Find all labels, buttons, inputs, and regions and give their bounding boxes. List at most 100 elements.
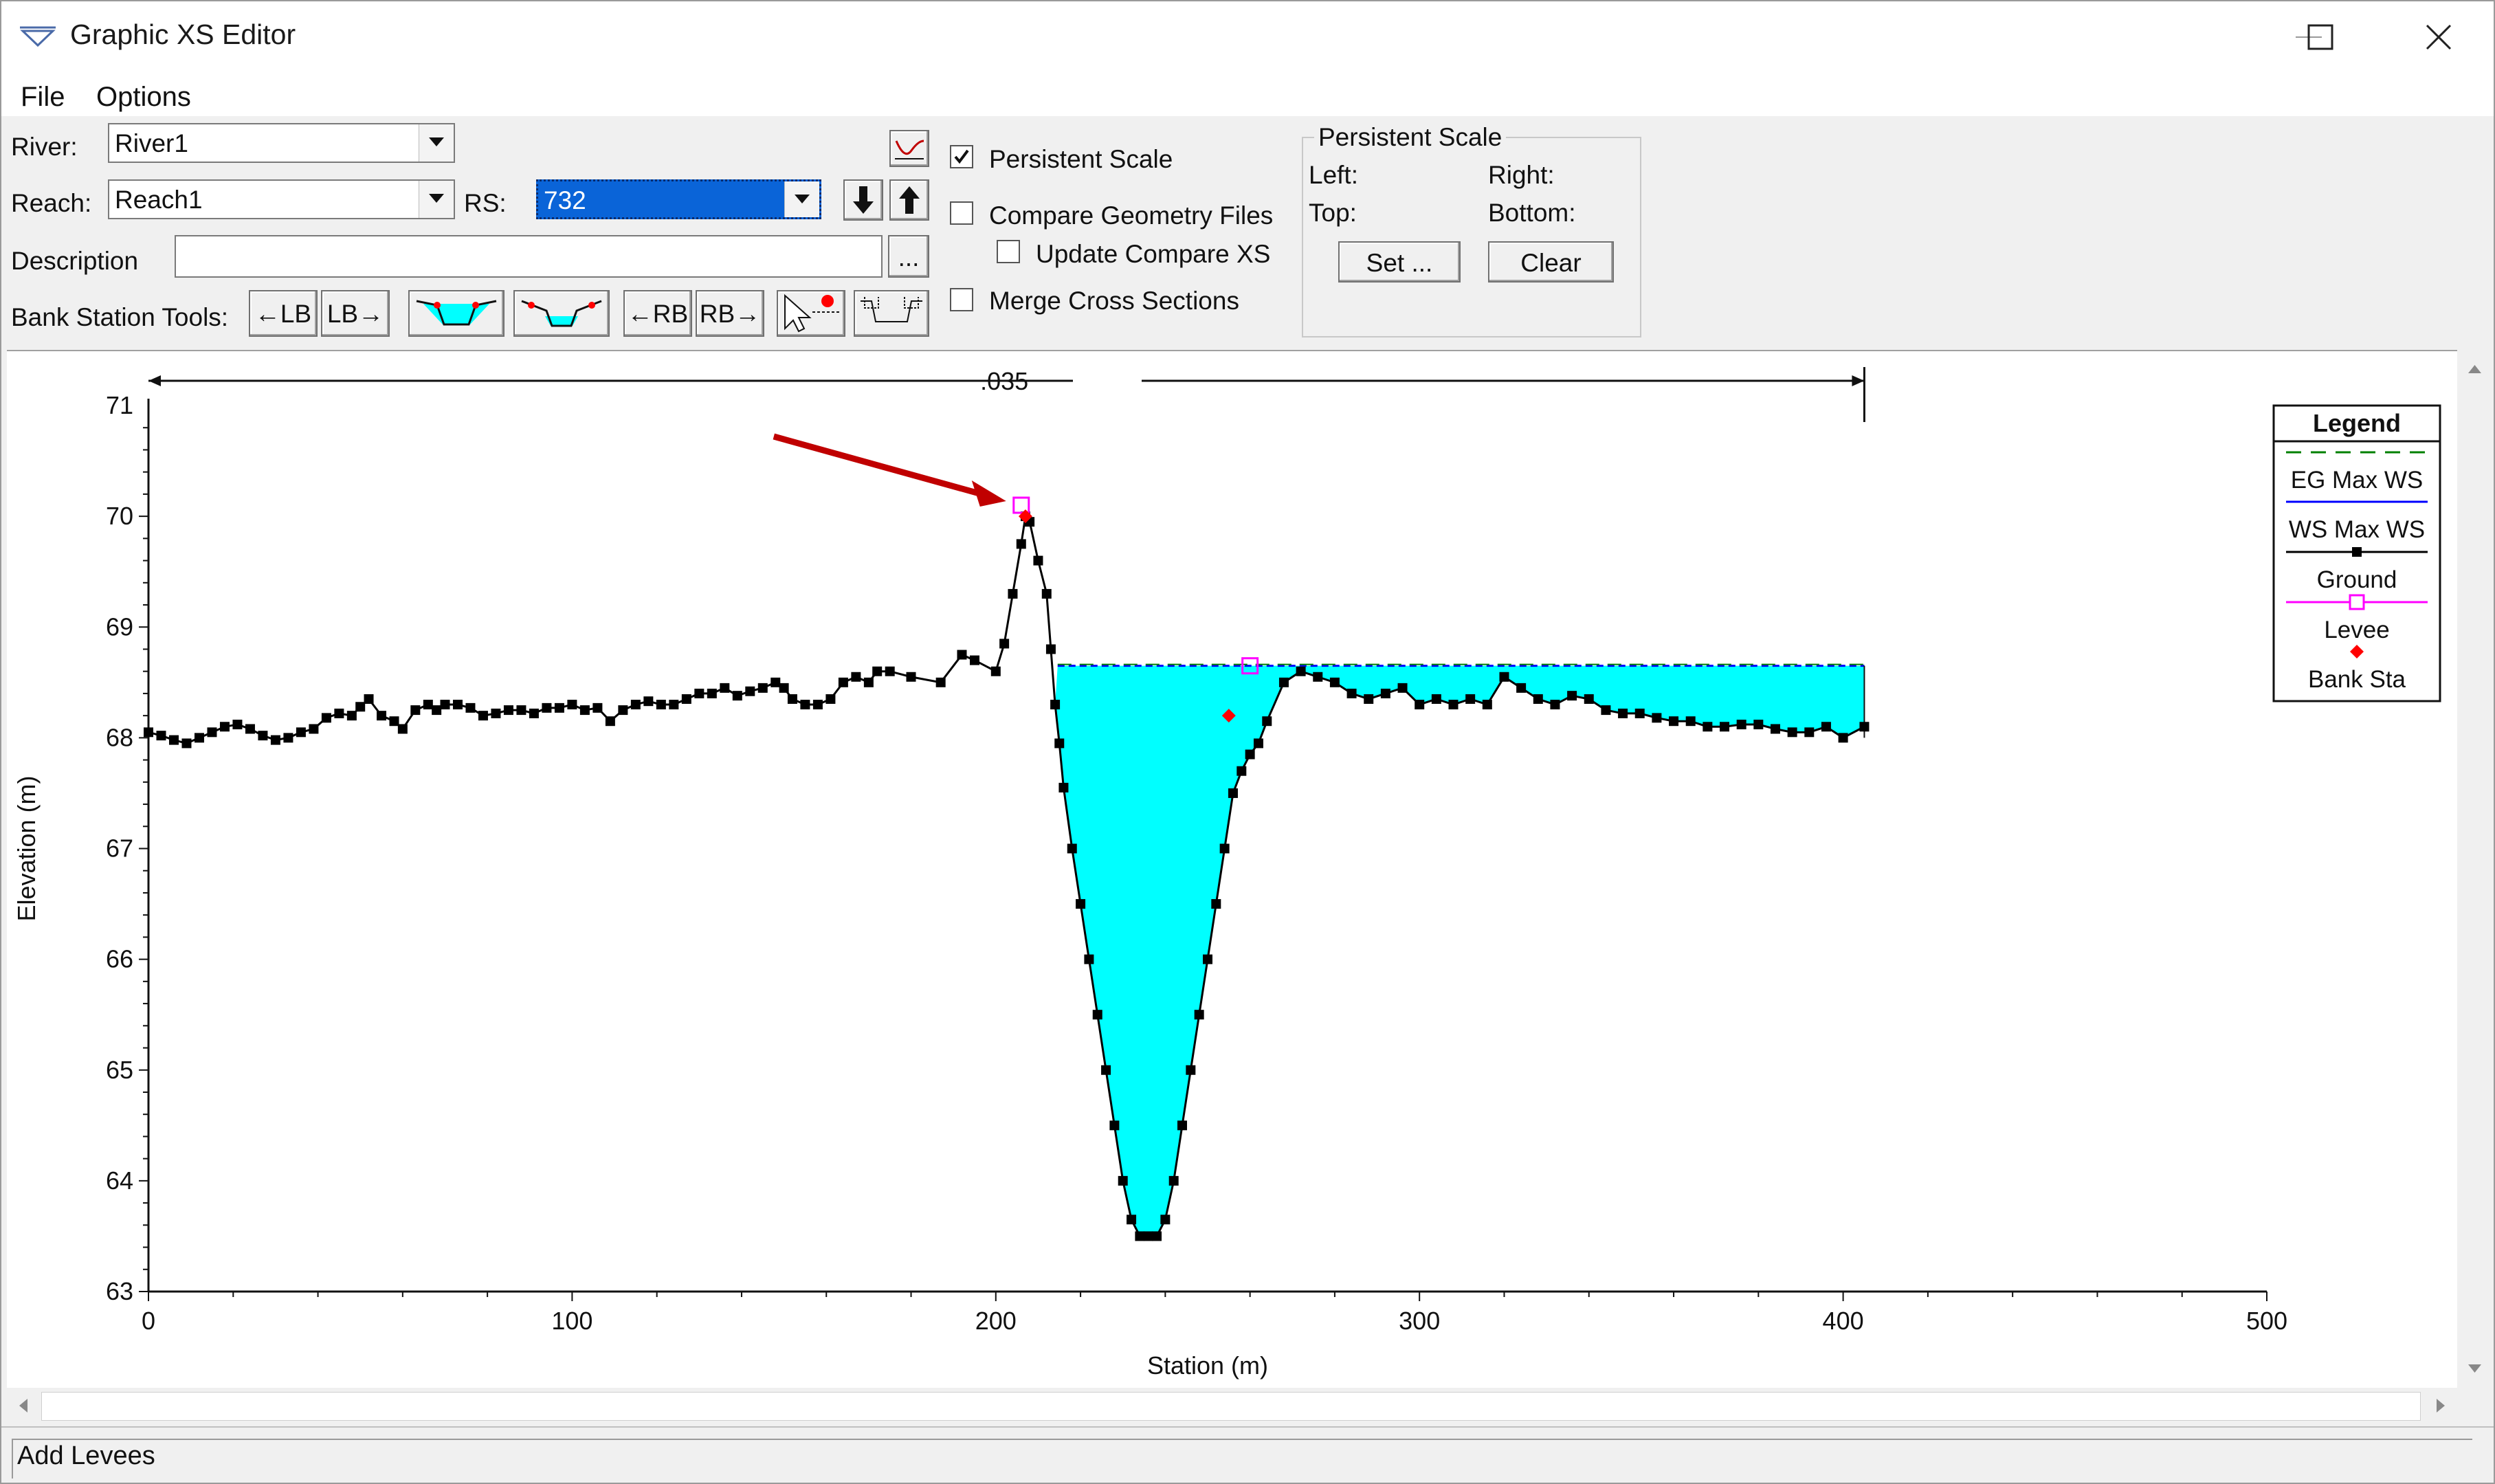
- ground-point[interactable]: [1720, 722, 1730, 732]
- levee-tool-button[interactable]: [854, 290, 929, 337]
- ground-point[interactable]: [1084, 954, 1094, 964]
- ground-point[interactable]: [355, 702, 366, 712]
- close-button[interactable]: [2386, 1, 2492, 74]
- ground-point[interactable]: [1618, 708, 1628, 718]
- ground-point[interactable]: [1397, 683, 1408, 693]
- ground-point[interactable]: [1058, 782, 1069, 793]
- ground-point[interactable]: [554, 702, 564, 713]
- ground-point[interactable]: [770, 677, 781, 687]
- ground-point[interactable]: [283, 733, 293, 743]
- ground-point[interactable]: [1448, 700, 1459, 710]
- ground-point[interactable]: [1482, 700, 1492, 710]
- ground-point[interactable]: [1329, 677, 1340, 687]
- ground-point[interactable]: [1101, 1065, 1111, 1075]
- ground-point[interactable]: [1859, 722, 1870, 732]
- scroll-right-icon[interactable]: [2427, 1388, 2454, 1425]
- ground-point[interactable]: [812, 700, 823, 710]
- scale-clear-button[interactable]: Clear: [1488, 241, 1614, 283]
- ground-point[interactable]: [757, 683, 768, 693]
- ground-point[interactable]: [656, 700, 666, 710]
- ground-point[interactable]: [364, 694, 374, 704]
- ground-point[interactable]: [1634, 708, 1645, 718]
- ground-point[interactable]: [851, 672, 861, 682]
- ground-point[interactable]: [334, 708, 344, 718]
- ground-point[interactable]: [309, 724, 319, 734]
- ground-point[interactable]: [707, 688, 717, 698]
- narrow-channel-button[interactable]: [513, 290, 610, 337]
- ground-point[interactable]: [194, 733, 204, 743]
- ground-point[interactable]: [1168, 1175, 1179, 1186]
- ground-point[interactable]: [1550, 700, 1560, 710]
- ground-point[interactable]: [503, 705, 513, 716]
- ground-point[interactable]: [669, 700, 679, 710]
- ground-point[interactable]: [1278, 677, 1289, 687]
- next-up-button[interactable]: [889, 179, 929, 221]
- ground-point[interactable]: [643, 696, 654, 707]
- ground-point[interactable]: [1346, 688, 1357, 698]
- ground-point[interactable]: [825, 694, 836, 704]
- ground-point[interactable]: [478, 711, 488, 721]
- scale-set-button[interactable]: Set ...: [1338, 241, 1461, 283]
- ground-point[interactable]: [1296, 666, 1306, 676]
- ground-point[interactable]: [452, 700, 463, 710]
- ground-point[interactable]: [529, 708, 539, 718]
- ground-point[interactable]: [1753, 720, 1764, 730]
- plot-options-button[interactable]: [889, 130, 929, 167]
- move-right-bank-right-button[interactable]: RB→: [696, 290, 764, 337]
- cross-section-plot-area[interactable]: 0 100 200 300 400 500 63 64 65 66 67 68 69 70 71 Statio…: [7, 350, 2457, 1389]
- ground-point[interactable]: [1567, 691, 1577, 701]
- ground-point[interactable]: [1262, 716, 1272, 727]
- ground-point[interactable]: [1109, 1120, 1120, 1131]
- ground-point[interactable]: [1253, 738, 1263, 749]
- ground-point[interactable]: [1194, 1010, 1204, 1020]
- ground-point[interactable]: [516, 705, 526, 716]
- chevron-down-icon[interactable]: [419, 124, 454, 162]
- ground-point[interactable]: [1787, 727, 1797, 738]
- ground-point[interactable]: [838, 677, 848, 687]
- chevron-down-icon[interactable]: [784, 181, 819, 217]
- ground-point[interactable]: [1045, 644, 1056, 654]
- ground-point[interactable]: [410, 705, 421, 716]
- ground-point[interactable]: [1076, 899, 1086, 909]
- ground-point[interactable]: [346, 711, 357, 721]
- ground-point[interactable]: [321, 713, 331, 723]
- ground-point[interactable]: [1228, 788, 1238, 798]
- ground-point[interactable]: [935, 677, 946, 687]
- description-field[interactable]: [175, 235, 883, 278]
- ground-point[interactable]: [720, 683, 730, 693]
- reach-select[interactable]: Reach1: [108, 179, 455, 219]
- vertical-scrollbar[interactable]: [2457, 350, 2492, 1388]
- ground-point[interactable]: [1092, 1010, 1102, 1020]
- move-right-bank-left-button[interactable]: ←RB: [623, 290, 692, 337]
- widen-channel-button[interactable]: [408, 290, 504, 337]
- ground-point[interactable]: [779, 683, 789, 693]
- ground-point[interactable]: [800, 700, 810, 710]
- ground-point[interactable]: [618, 705, 628, 716]
- ground-point[interactable]: [872, 666, 883, 676]
- chevron-down-icon[interactable]: [419, 181, 454, 218]
- ground-point[interactable]: [207, 727, 217, 738]
- ground-point[interactable]: [1431, 694, 1441, 704]
- ground-point[interactable]: [1804, 727, 1815, 738]
- update-compare-checkbox[interactable]: [997, 240, 1020, 263]
- ground-point[interactable]: [296, 727, 306, 738]
- ground-point[interactable]: [219, 722, 230, 732]
- persistent-scale-checkbox[interactable]: [950, 145, 973, 168]
- ground-point[interactable]: [1685, 716, 1696, 727]
- ground-point[interactable]: [1152, 1231, 1162, 1241]
- ground-point[interactable]: [1245, 749, 1255, 760]
- ground-point[interactable]: [1380, 688, 1390, 698]
- ground-point[interactable]: [232, 720, 243, 730]
- ground-point[interactable]: [605, 716, 615, 727]
- horizontal-scroll-thumb[interactable]: [41, 1392, 2421, 1421]
- ground-point[interactable]: [1465, 694, 1476, 704]
- ground-point[interactable]: [397, 724, 408, 734]
- river-select[interactable]: River1: [108, 123, 455, 163]
- ground-point[interactable]: [1008, 588, 1018, 599]
- ground-point[interactable]: [1499, 672, 1509, 682]
- ground-point[interactable]: [1186, 1065, 1196, 1075]
- menu-options[interactable]: Options: [96, 82, 191, 113]
- ground-point[interactable]: [465, 702, 476, 713]
- ground-point[interactable]: [389, 716, 399, 727]
- scroll-left-icon[interactable]: [10, 1388, 37, 1425]
